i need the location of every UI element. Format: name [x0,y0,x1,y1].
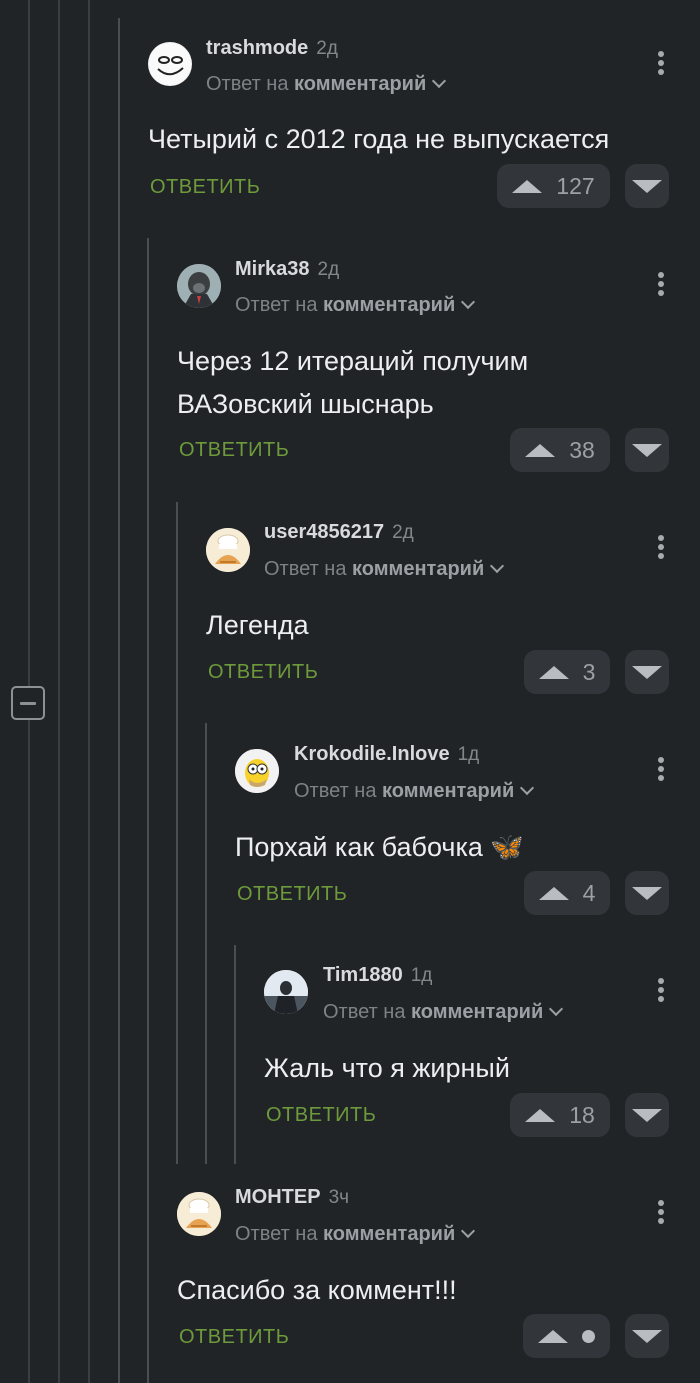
downvote-icon [632,443,662,457]
reply-button[interactable]: ОТВЕТИТЬ [237,883,347,906]
comment-text: Спасибо за коммент!!! [177,1275,457,1305]
chef-bread-avatar[interactable] [177,1192,221,1236]
thread-line[interactable] [176,502,178,1164]
comment-time: 2д [317,259,340,280]
downvote-icon [632,886,662,900]
thread-line[interactable] [58,0,60,1383]
thread-line[interactable] [234,945,236,1164]
downvote-icon [632,1108,662,1122]
rating-count: 127 [556,172,595,199]
username[interactable]: Tim1880 1д [323,964,432,987]
comment-text: Через 12 итераций получим ВАЗовский шысна… [177,340,528,426]
rating-count: 4 [582,879,596,906]
collapse-thread-icon[interactable] [11,686,45,720]
troll-face-avatar[interactable] [148,42,192,86]
upvote-button[interactable]: 4 [524,871,610,915]
comment-time: 1д [457,744,480,765]
reply-button[interactable]: ОТВЕТИТЬ [150,176,260,199]
downvote-button[interactable] [625,428,669,472]
comment-time: 2д [316,38,338,59]
upvote-icon [538,886,569,900]
chevron-down-icon [549,1001,564,1017]
reply-to-link[interactable]: Ответ на комментарий [206,73,447,96]
comment-text-line: ВАЗовский шыснарь [177,389,434,419]
downvote-button[interactable] [625,650,669,694]
comment-text: Жаль что я жирный [264,1053,510,1083]
gorilla-suit-avatar[interactable] [177,264,221,308]
reply-to-link[interactable]: Ответ на комментарий [264,558,505,581]
comment-time: 1д [410,965,433,986]
upvote-icon [525,1108,556,1122]
thread-line[interactable] [205,723,207,1164]
downvote-button[interactable] [625,1093,669,1137]
username[interactable]: Krokodile.Inlove 1д [294,743,479,766]
upvote-button[interactable]: 3 [524,650,610,694]
reply-to-link[interactable]: Ответ на комментарий [235,294,476,317]
comment-text: Четырий с 2012 года не выпускается [148,124,610,154]
rating-count: 3 [582,658,596,685]
more-vertical-icon[interactable] [656,51,666,81]
downvote-icon [632,1329,662,1343]
more-vertical-icon[interactable] [656,978,666,1008]
rating-count: 18 [569,1101,595,1128]
reply-button[interactable]: ОТВЕТИТЬ [179,439,289,462]
more-vertical-icon[interactable] [656,272,666,302]
comment-text: Легенда [206,610,309,640]
reply-button[interactable]: ОТВЕТИТЬ [179,1326,289,1349]
rating-count: 38 [569,436,595,463]
more-vertical-icon[interactable] [656,535,666,565]
upvote-icon [538,665,569,679]
comment-thread: trashmode 2д Ответ на комментарий Четырий… [0,0,700,1383]
username[interactable]: user4856217 2д [264,521,414,544]
reply-to-link[interactable]: Ответ на комментарий [323,1001,564,1024]
downvote-button[interactable] [625,1314,669,1358]
comment-text: Порхай как бабочка 🦋 [235,832,525,862]
chevron-down-icon [520,780,535,796]
chevron-down-icon [461,1223,476,1239]
reply-button[interactable]: ОТВЕТИТЬ [266,1104,376,1127]
downvote-icon [632,665,662,679]
thread-line[interactable] [118,18,120,1383]
reply-to-link[interactable]: Ответ на комментарий [235,1223,476,1246]
upvote-icon [525,443,556,457]
upvote-button[interactable]: 38 [510,428,610,472]
more-vertical-icon[interactable] [656,757,666,787]
chevron-down-icon [432,73,447,89]
upvote-button[interactable] [523,1314,610,1358]
upvote-button[interactable]: 18 [510,1093,610,1137]
reply-to-link[interactable]: Ответ на комментарий [294,780,535,803]
downvote-icon [632,179,662,193]
upvote-button[interactable]: 127 [497,164,610,208]
thread-line[interactable] [88,0,90,1383]
comment-time: 2д [392,522,414,543]
comment-time: 3ч [328,1187,350,1208]
username[interactable]: trashmode 2д [206,37,338,60]
chevron-down-icon [461,294,476,310]
thread-line[interactable] [147,238,149,1383]
more-vertical-icon[interactable] [656,1200,666,1230]
reply-button[interactable]: ОТВЕТИТЬ [208,661,318,684]
chef-bread-avatar[interactable] [206,528,250,572]
photo-avatar[interactable] [264,970,308,1014]
upvote-icon [538,1329,568,1343]
homer-avatar[interactable] [235,749,279,793]
downvote-button[interactable] [625,871,669,915]
comment-text-line: Через 12 итераций получим [177,346,529,376]
upvote-icon [512,179,543,193]
username[interactable]: Mirka38 2д [235,258,339,281]
downvote-button[interactable] [625,164,669,208]
chevron-down-icon [490,558,505,574]
username[interactable]: МОНТЕР 3ч [235,1186,349,1209]
rating-hidden-dot [582,1329,595,1343]
